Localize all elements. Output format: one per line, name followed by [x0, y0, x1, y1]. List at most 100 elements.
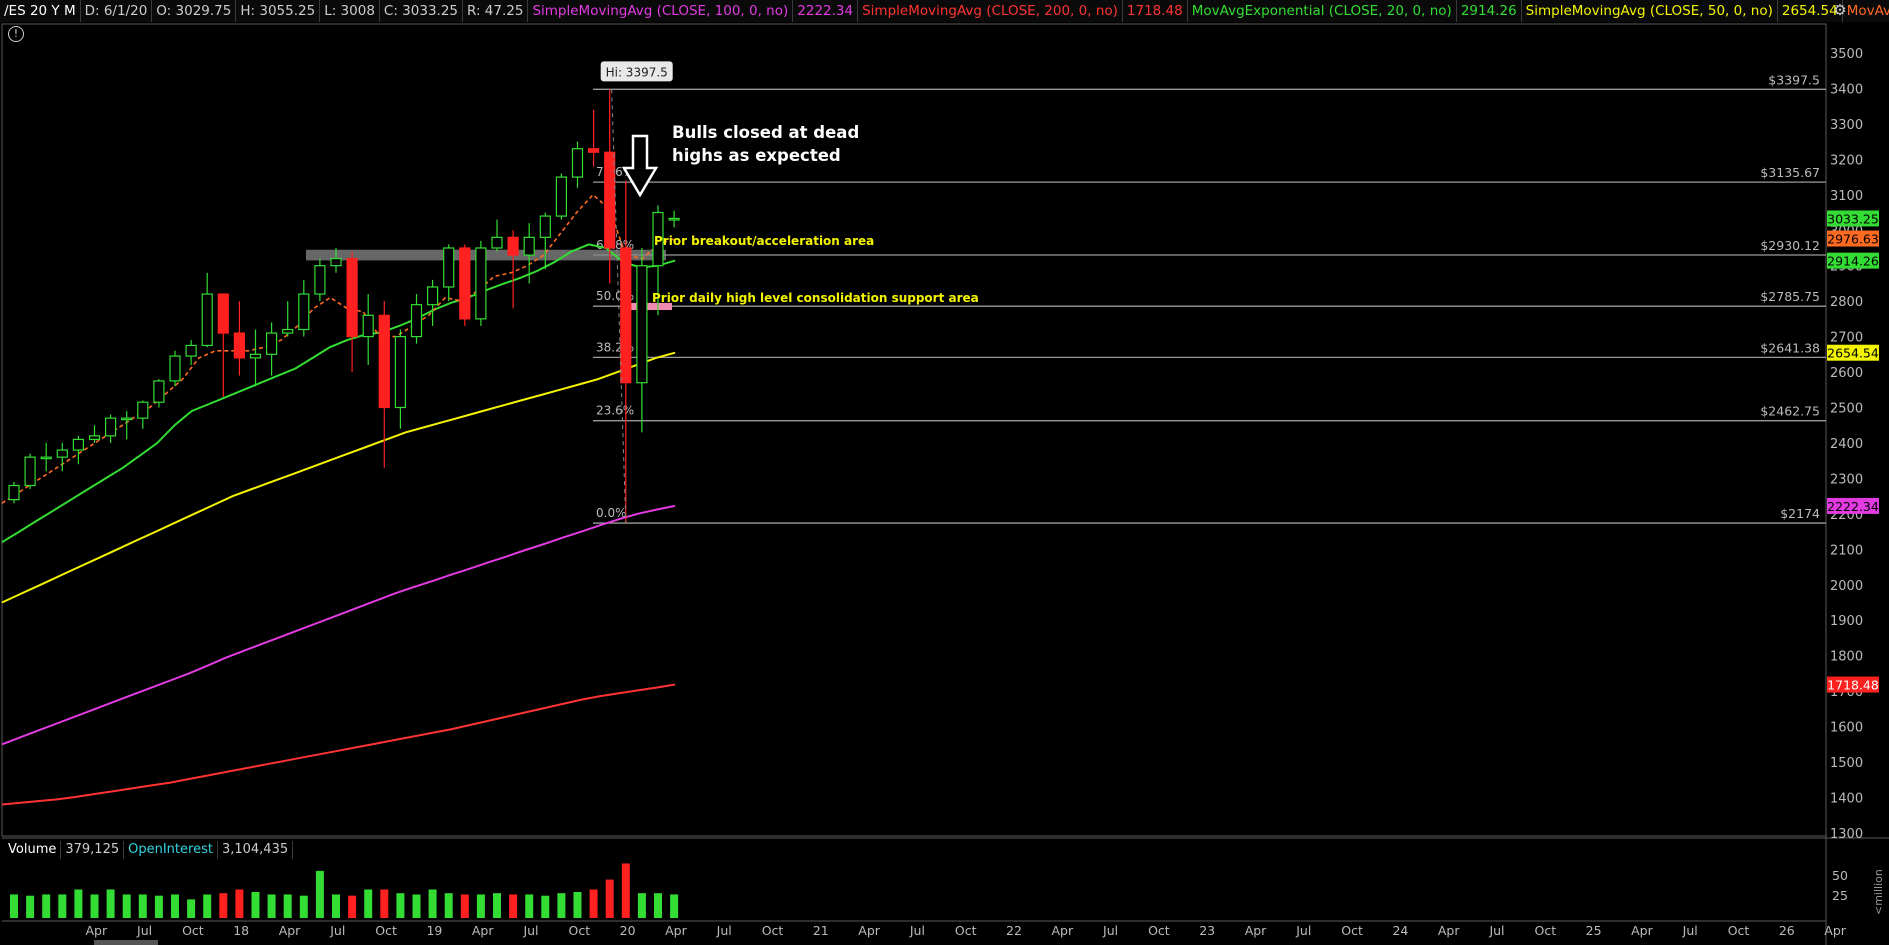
fib-price-label: $3135.67: [1760, 165, 1820, 180]
scrollbar-thumb: [94, 940, 158, 945]
volume-bar: [138, 894, 147, 918]
fib-price-label: $2641.38: [1760, 340, 1820, 355]
volume-bar: [380, 889, 389, 918]
volume-bar: [670, 894, 679, 918]
candle-body: [282, 328, 294, 334]
candle-body: [217, 293, 229, 334]
candle-body: [523, 236, 535, 256]
candle-body: [539, 215, 551, 238]
x-tick-label: Apr: [665, 923, 687, 938]
volume-bar: [476, 894, 485, 918]
volume-bar: [493, 893, 501, 918]
volume-bar: [251, 891, 260, 918]
volume-bar: [203, 894, 212, 918]
volume-bar: [348, 895, 357, 918]
indicator-line: [1, 683, 676, 806]
candle-body: [24, 456, 36, 487]
candle-body: [249, 353, 262, 359]
x-tick-label: Jul: [329, 923, 345, 938]
indicator-line: [1, 504, 676, 746]
volume-bar: [106, 889, 115, 918]
y-tick-label: 2600: [1830, 366, 1863, 381]
volume-y-tick: 25: [1832, 888, 1848, 903]
y-tick-label: 3400: [1830, 82, 1863, 97]
candle-body: [298, 293, 310, 331]
price-tag: 3033.25: [1827, 211, 1879, 226]
volume-bar: [122, 894, 131, 918]
volume-bar: [525, 894, 534, 918]
x-tick-label: 20: [620, 923, 636, 938]
candle-body: [362, 314, 374, 338]
x-tick-label: Oct: [568, 923, 590, 938]
fib-price-label: $2930.12: [1760, 238, 1820, 253]
candle-body: [427, 286, 439, 306]
x-tick-label: Apr: [1245, 923, 1267, 938]
support-zone-label: Prior daily high level consolidation sup…: [652, 291, 979, 305]
volume-bar: [396, 893, 405, 918]
x-tick-label: 21: [813, 923, 829, 938]
volume-bar: [74, 889, 83, 918]
candle-body: [620, 247, 632, 384]
candle-body: [233, 332, 245, 359]
volume-header: Volume 379,125 OpenInterest 3,104,435: [4, 841, 294, 859]
candle-body: [153, 380, 165, 403]
candle-body: [378, 314, 390, 409]
headline-line-1: Bulls closed at dead: [672, 123, 859, 142]
x-tick-label: 19: [426, 923, 442, 938]
volume-bar: [444, 893, 453, 918]
candle-body: [8, 484, 20, 501]
y-tick-label: 2300: [1830, 472, 1863, 487]
candle-body: [137, 401, 149, 419]
hi-label: Hi: 3397.5: [606, 65, 668, 79]
x-tick-label: Apr: [1438, 923, 1460, 938]
x-tick-label: 26: [1779, 923, 1795, 938]
candle-body: [56, 449, 68, 458]
price-tag: 1718.48: [1827, 678, 1879, 693]
candle-body: [604, 151, 616, 249]
x-tick-label: Oct: [182, 923, 204, 938]
volume-bar: [267, 894, 276, 918]
volume-label: Volume: [4, 841, 62, 859]
fib-percent-label: 23.6%: [596, 404, 634, 418]
candle-body: [121, 417, 133, 421]
y-tick-label: 1600: [1830, 721, 1863, 736]
fib-price-label: $2462.75: [1760, 404, 1820, 419]
volume-bar: [541, 895, 550, 918]
x-tick-label: 24: [1392, 923, 1408, 938]
candle-body: [72, 438, 85, 451]
volume-bar: [509, 894, 518, 918]
x-tick-label: Jul: [1295, 923, 1311, 938]
x-tick-label: Jul: [136, 923, 152, 938]
candle-body: [459, 247, 471, 320]
candle-body: [169, 355, 181, 382]
price-pane-border: [1, 23, 1827, 837]
volume-bar: [412, 894, 421, 918]
y-tick-label: 2400: [1830, 437, 1863, 452]
volume-bar: [283, 894, 292, 918]
candle-body: [88, 435, 101, 441]
candle-body: [668, 217, 680, 221]
candle-body: [491, 236, 503, 249]
candle-body: [410, 304, 423, 338]
x-tick-label: 25: [1586, 923, 1602, 938]
x-tick-label: Apr: [279, 923, 301, 938]
x-tick-label: Apr: [1824, 923, 1846, 938]
x-tick-label: Jul: [1102, 923, 1118, 938]
y-tick-label: 1500: [1830, 756, 1863, 771]
open-interest-value: 3,104,435: [218, 841, 294, 859]
volume-bar: [332, 894, 340, 918]
y-tick-label: 3500: [1830, 47, 1863, 62]
y-tick-label: 2500: [1830, 402, 1863, 417]
x-tick-label: Apr: [85, 923, 107, 938]
y-tick-label: 1300: [1830, 827, 1863, 842]
indicator-line: [1, 351, 676, 604]
x-tick-label: Oct: [1148, 923, 1170, 938]
fib-price-label: $3397.5: [1768, 72, 1820, 87]
y-tick-label: 2800: [1830, 295, 1863, 310]
candle-body: [475, 247, 487, 320]
volume-bar: [364, 889, 373, 918]
y-tick-label: 2000: [1830, 579, 1863, 594]
candle-body: [201, 293, 213, 347]
fib-price-label: $2785.75: [1760, 289, 1820, 304]
y-tick-label: 2700: [1830, 331, 1863, 346]
